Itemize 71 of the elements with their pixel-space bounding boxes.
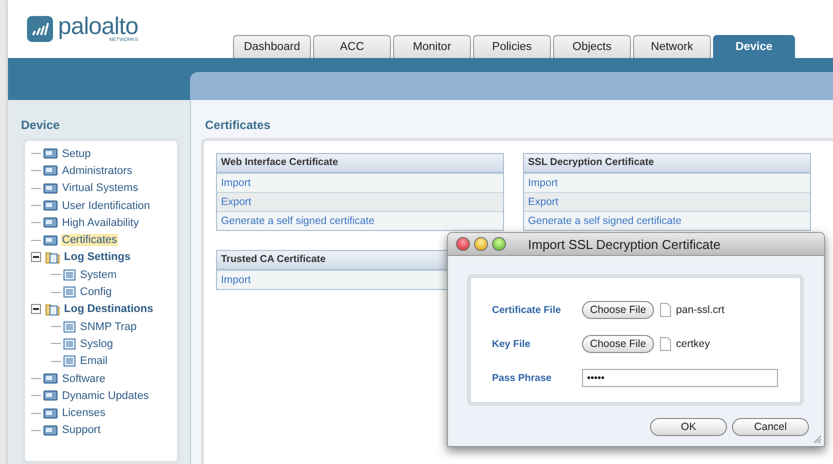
settings-item-icon: [43, 424, 58, 437]
nav-tab[interactable]: Policies: [473, 35, 551, 58]
file-name: pan-ssl.crt: [676, 304, 724, 316]
file-name: certkey: [676, 338, 710, 350]
resize-grip-icon: [813, 435, 822, 444]
nav-tab[interactable]: ACC: [313, 35, 391, 58]
window-close-button[interactable]: [456, 237, 470, 251]
nav-tab[interactable]: Monitor: [393, 35, 471, 58]
logo-wordmark: paloalto: [58, 15, 138, 39]
action-link[interactable]: Import: [221, 274, 251, 286]
folder-icon: [45, 250, 60, 264]
window-minimize-button[interactable]: [474, 237, 488, 251]
file-icon: [660, 337, 672, 351]
settings-item-icon: [43, 182, 58, 195]
logo-icon: [27, 16, 53, 42]
table-header: Web Interface Certificate: [217, 154, 503, 173]
folder-icon: [45, 302, 60, 316]
tree-item[interactable]: Software: [61, 372, 106, 384]
table-header: SSL Decryption Certificate: [524, 154, 810, 173]
field-label: Key File: [492, 338, 532, 350]
document-icon: [63, 286, 76, 298]
tree-item[interactable]: System: [79, 268, 118, 281]
nav-tab[interactable]: Objects: [553, 35, 631, 58]
document-icon: [63, 268, 76, 281]
tree-item[interactable]: Support: [61, 424, 102, 436]
choose-file-button[interactable]: Choose File: [582, 335, 654, 353]
tree-item[interactable]: High Availability: [61, 216, 140, 229]
action-link[interactable]: Export: [528, 196, 558, 208]
settings-item-icon: [43, 372, 58, 385]
collapse-toggle[interactable]: [31, 252, 41, 262]
tree-item[interactable]: Administrators: [61, 164, 134, 177]
dialog-button[interactable]: OK: [650, 418, 727, 436]
tree-item[interactable]: Certificates: [61, 234, 118, 246]
field-label: Certificate File: [492, 304, 562, 316]
choose-file-button[interactable]: Choose File: [582, 301, 654, 319]
tree-item[interactable]: Virtual Systems: [61, 182, 140, 194]
tree-item[interactable]: Log Destinations: [63, 303, 154, 316]
dialog-title: Import SSL Decryption Certificate: [528, 236, 720, 252]
tree-item[interactable]: User Identification: [61, 200, 152, 212]
document-icon: [63, 338, 76, 350]
sidebar-title: Device: [20, 117, 61, 134]
tree-item[interactable]: Email: [79, 355, 109, 368]
nav-tab[interactable]: Network: [633, 35, 711, 58]
tree-item[interactable]: Config: [79, 286, 113, 298]
tree-item[interactable]: Licenses: [61, 407, 106, 420]
tree-item[interactable]: Syslog: [79, 338, 114, 350]
document-icon: [63, 355, 76, 368]
file-icon: [660, 303, 672, 317]
document-icon: [63, 320, 76, 333]
settings-item-icon: [43, 147, 58, 160]
settings-item-icon: [43, 216, 58, 230]
tree-item[interactable]: Dynamic Updates: [61, 390, 150, 402]
passphrase-field[interactable]: •••••: [582, 369, 778, 387]
tree-item[interactable]: Setup: [61, 148, 92, 160]
settings-item-icon: [43, 406, 58, 420]
settings-item-icon: [43, 164, 58, 178]
collapse-toggle[interactable]: [31, 304, 41, 314]
section-title: Certificates: [204, 117, 272, 134]
field-label: Pass Phrase: [492, 372, 552, 384]
settings-item-icon: [43, 389, 58, 402]
settings-item-icon: [43, 234, 58, 247]
action-link[interactable]: Import: [528, 177, 558, 189]
window-zoom-button[interactable]: [492, 237, 506, 251]
nav-tab[interactable]: Dashboard: [233, 35, 311, 58]
settings-item-icon: [43, 199, 58, 212]
tree-item[interactable]: Log Settings: [63, 251, 132, 264]
action-link[interactable]: Export: [221, 196, 252, 208]
nav-tab[interactable]: Device: [713, 35, 795, 58]
action-link[interactable]: Import: [221, 177, 251, 189]
dialog-button[interactable]: Cancel: [732, 418, 809, 436]
tree-item[interactable]: SNMP Trap: [79, 320, 138, 333]
